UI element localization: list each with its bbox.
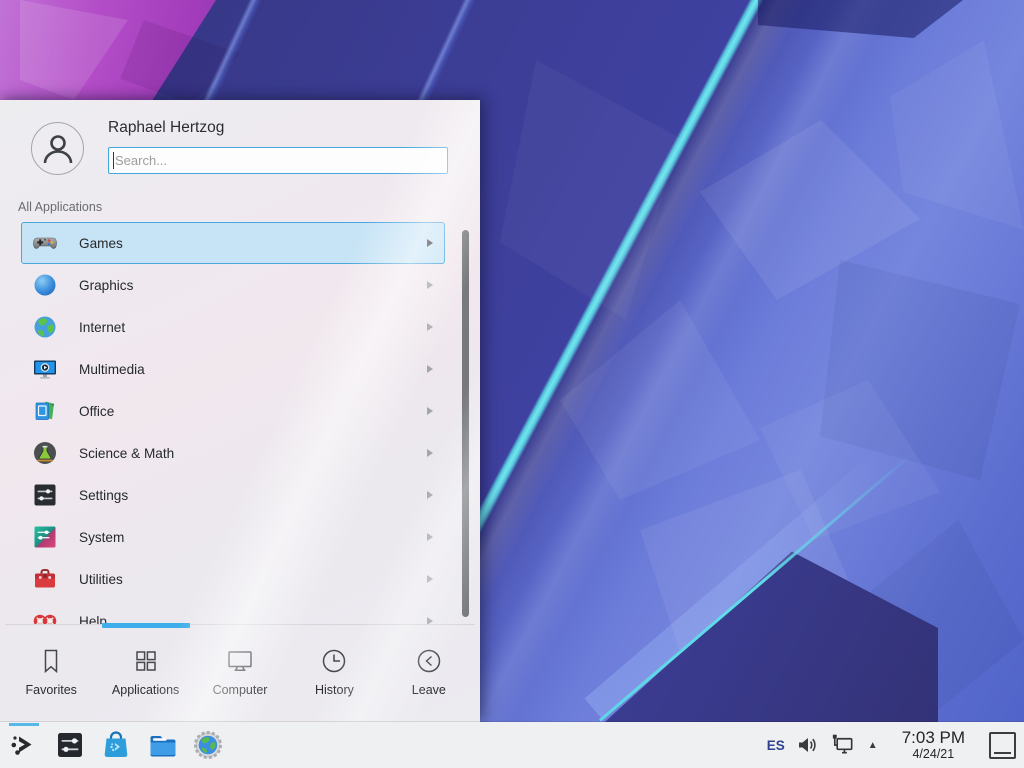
monitor-play-icon	[31, 355, 59, 383]
user-name: Raphael Hertzog	[108, 119, 224, 137]
category-settings[interactable]: Settings	[21, 474, 445, 516]
file-manager-button[interactable]	[142, 722, 182, 768]
clock-time: 7:03 PM	[902, 728, 965, 747]
show-desktop-button[interactable]	[989, 732, 1016, 759]
chevron-right-icon	[427, 617, 433, 624]
system-settings-icon	[54, 729, 86, 761]
tab-computer[interactable]: Computer	[193, 628, 287, 722]
category-help[interactable]: Help	[21, 600, 445, 624]
gamepad-icon	[31, 229, 59, 257]
network-icon[interactable]	[829, 732, 856, 759]
application-launcher-button[interactable]	[4, 722, 44, 768]
clock-date: 4/24/21	[912, 747, 954, 762]
leave-circle-icon	[414, 646, 444, 676]
wallpaper-facet	[560, 300, 760, 500]
keyboard-layout-indicator[interactable]: ES	[767, 738, 785, 753]
chevron-right-icon	[427, 407, 433, 415]
tab-favorites[interactable]: Favorites	[4, 628, 98, 722]
wallpaper-magenta-corner	[0, 0, 300, 104]
user-avatar[interactable]	[31, 122, 84, 175]
category-office[interactable]: Office	[21, 390, 445, 432]
category-system[interactable]: System	[21, 516, 445, 558]
globe-gear-icon	[192, 729, 224, 761]
tab-label: History	[315, 683, 354, 697]
tab-label: Leave	[412, 683, 446, 697]
app-grid-icon	[131, 646, 161, 676]
tabbar-divider	[5, 624, 475, 625]
tab-label: Computer	[213, 683, 268, 697]
documents-icon	[31, 397, 59, 425]
history-clock-icon	[319, 646, 349, 676]
chevron-right-icon	[427, 239, 433, 247]
category-science-math[interactable]: Science & Math	[21, 432, 445, 474]
volume-icon[interactable]	[795, 733, 819, 757]
expand-tray-icon[interactable]: ▲	[868, 740, 878, 751]
category-label: Internet	[79, 320, 125, 335]
tab-label: Favorites	[26, 683, 77, 697]
launcher-tabbar: Favorites Applications Computer	[4, 628, 476, 722]
category-label: Multimedia	[79, 362, 145, 377]
category-internet[interactable]: Internet	[21, 306, 445, 348]
chevron-right-icon	[427, 533, 433, 541]
wallpaper-facet	[500, 60, 680, 320]
tab-applications[interactable]: Applications	[98, 628, 192, 722]
chevron-right-icon	[427, 323, 433, 331]
section-label: All Applications	[18, 200, 102, 214]
category-label: Science & Math	[79, 446, 174, 461]
wallpaper-facet	[700, 120, 920, 300]
kde-plasma-logo-icon	[8, 729, 40, 761]
wallpaper-facet	[890, 40, 1024, 230]
category-label: Office	[79, 404, 114, 419]
application-launcher-popup: Raphael Hertzog All Applications	[0, 100, 480, 722]
paint-sphere-icon	[31, 271, 59, 299]
category-label: Utilities	[79, 572, 123, 587]
category-games[interactable]: Games	[21, 222, 445, 264]
chevron-right-icon	[427, 575, 433, 583]
category-utilities[interactable]: Utilities	[21, 558, 445, 600]
category-graphics[interactable]: Graphics	[21, 264, 445, 306]
folder-icon	[146, 729, 178, 761]
chevron-right-icon	[427, 491, 433, 499]
web-browser-button[interactable]	[188, 722, 228, 768]
desktop: Raphael Hertzog All Applications	[0, 0, 1024, 768]
system-settings-button[interactable]	[50, 722, 90, 768]
category-label: Games	[79, 236, 123, 251]
text-caret	[113, 152, 114, 169]
category-list: Games Graphics	[0, 222, 480, 624]
globe-icon	[31, 313, 59, 341]
taskbar-panel: ES ▲ 7:03 PM 4/24/21	[0, 722, 1024, 768]
discover-button[interactable]	[96, 722, 136, 768]
digital-clock[interactable]: 7:03 PM 4/24/21	[902, 728, 965, 762]
category-label: Settings	[79, 488, 128, 503]
toolbox-icon	[31, 565, 59, 593]
sliders-dark-icon	[31, 481, 59, 509]
wallpaper-facet	[760, 380, 940, 540]
taskbar-pinned-apps	[4, 722, 228, 768]
category-label: Graphics	[79, 278, 133, 293]
scrollbar[interactable]	[462, 230, 469, 617]
tab-leave[interactable]: Leave	[382, 628, 476, 722]
chevron-right-icon	[427, 365, 433, 373]
chevron-right-icon	[427, 449, 433, 457]
sliders-color-icon	[31, 523, 59, 551]
bookmark-icon	[36, 646, 66, 676]
user-icon	[38, 129, 78, 169]
search-input[interactable]	[108, 147, 448, 174]
category-multimedia[interactable]: Multimedia	[21, 348, 445, 390]
tab-label: Applications	[112, 683, 179, 697]
computer-icon	[225, 646, 255, 676]
system-tray: ES ▲ 7:03 PM 4/24/21	[767, 728, 1016, 762]
lifebuoy-icon	[31, 607, 59, 624]
tab-history[interactable]: History	[287, 628, 381, 722]
wallpaper-dark-wedge	[758, 0, 963, 38]
flask-icon	[31, 439, 59, 467]
discover-bag-icon	[100, 729, 132, 761]
category-label: System	[79, 530, 124, 545]
chevron-right-icon	[427, 281, 433, 289]
